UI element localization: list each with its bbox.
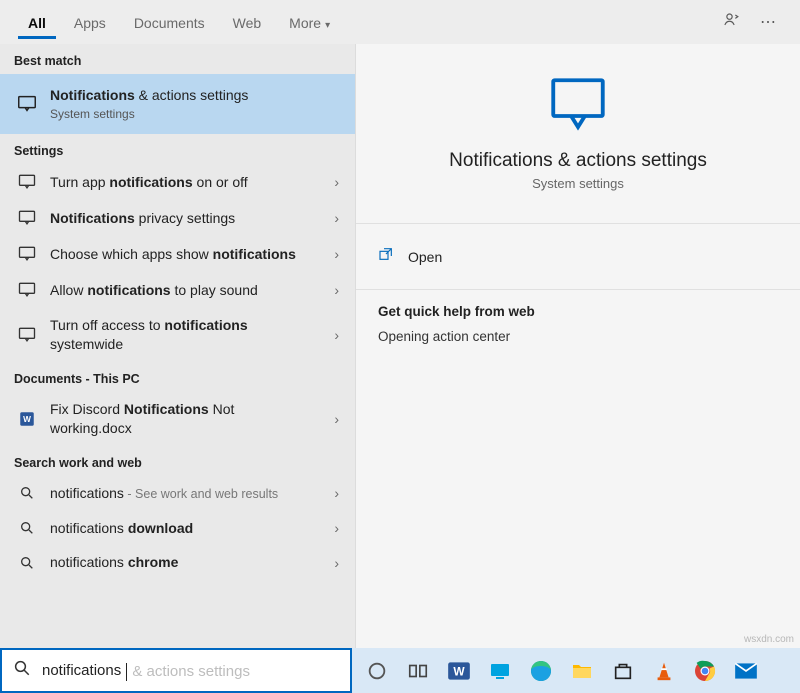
help-link[interactable]: Opening action center (378, 329, 778, 344)
section-best-match: Best match (0, 44, 355, 74)
chevron-right-icon[interactable]: › (328, 246, 345, 262)
svg-text:W: W (23, 415, 31, 424)
chevron-right-icon[interactable]: › (328, 174, 345, 190)
taskbar-store-icon[interactable] (606, 654, 640, 688)
search-icon (16, 485, 38, 501)
preview-title: Notifications & actions settings (378, 150, 778, 172)
result-label: Turn off access to notifications systemw… (50, 316, 316, 354)
taskbar-explorer-icon[interactable] (565, 654, 599, 688)
open-button[interactable]: Open (378, 238, 778, 275)
chevron-right-icon[interactable]: › (328, 327, 345, 343)
result-web-1[interactable]: notifications download › (0, 511, 355, 546)
taskbar-vlc-icon[interactable] (647, 654, 681, 688)
preview-panel: Notifications & actions settings System … (355, 44, 800, 648)
open-label: Open (408, 249, 442, 265)
notification-icon (16, 92, 38, 116)
search-icon (16, 520, 38, 536)
svg-text:W: W (453, 664, 465, 678)
taskbar-app-icon[interactable] (483, 654, 517, 688)
result-document-0[interactable]: W Fix Discord Notifications Not working.… (0, 392, 355, 446)
taskbar-mail-icon[interactable] (729, 654, 763, 688)
best-match-subtitle: System settings (50, 106, 345, 122)
chevron-right-icon[interactable]: › (328, 555, 345, 571)
result-web-0[interactable]: notifications - See work and web results… (0, 476, 355, 511)
notification-icon (16, 244, 38, 264)
search-icon (2, 659, 42, 682)
chevron-right-icon[interactable]: › (328, 485, 345, 501)
search-icon (16, 555, 38, 571)
result-label: notifications - See work and web results (50, 484, 316, 503)
result-settings-2[interactable]: Choose which apps show notifications › (0, 236, 355, 272)
search-input[interactable] (42, 650, 350, 691)
result-label: Notifications privacy settings (50, 209, 316, 228)
taskbar-chrome-icon[interactable] (688, 654, 722, 688)
account-icon[interactable] (714, 10, 750, 35)
chevron-down-icon: ▾ (325, 20, 330, 31)
tab-all[interactable]: All (14, 3, 60, 41)
results-panel: Best match Notifications & actions setti… (0, 44, 355, 648)
result-label: Allow notifications to play sound (50, 281, 316, 300)
more-icon[interactable]: ⋯ (750, 12, 786, 32)
result-best-match[interactable]: Notifications & actions settings System … (0, 74, 355, 134)
taskbar-word-icon[interactable]: W (442, 654, 476, 688)
taskbar-edge-icon[interactable] (524, 654, 558, 688)
chevron-right-icon[interactable]: › (328, 210, 345, 226)
result-settings-4[interactable]: Turn off access to notifications systemw… (0, 308, 355, 362)
section-web: Search work and web (0, 446, 355, 476)
result-label: Choose which apps show notifications (50, 245, 316, 264)
result-label: Fix Discord Notifications Not working.do… (50, 400, 316, 438)
result-settings-1[interactable]: Notifications privacy settings › (0, 200, 355, 236)
chevron-right-icon[interactable]: › (328, 411, 345, 427)
notification-icon (16, 280, 38, 300)
preview-subtitle: System settings (378, 176, 778, 191)
divider (356, 289, 800, 290)
notification-icon (16, 172, 38, 192)
tab-more[interactable]: More▾ (275, 3, 344, 41)
taskbar: notifications & actions settings W (0, 648, 800, 693)
notification-icon (378, 72, 778, 138)
notification-icon (16, 208, 38, 228)
watermark: wsxdn.com (744, 634, 794, 645)
search-box[interactable] (0, 648, 352, 693)
divider (356, 223, 800, 224)
chevron-right-icon[interactable]: › (328, 282, 345, 298)
open-icon (378, 246, 394, 267)
result-label: Turn app notifications on or off (50, 173, 316, 192)
tab-apps[interactable]: Apps (60, 3, 120, 41)
section-documents: Documents - This PC (0, 362, 355, 392)
result-settings-0[interactable]: Turn app notifications on or off › (0, 164, 355, 200)
notification-icon (16, 325, 38, 345)
result-label: notifications download (50, 519, 316, 538)
word-doc-icon: W (16, 410, 38, 428)
section-settings: Settings (0, 134, 355, 164)
tab-documents[interactable]: Documents (120, 3, 219, 41)
best-match-title: Notifications & actions settings (50, 86, 345, 105)
result-web-2[interactable]: notifications chrome › (0, 545, 355, 580)
result-settings-3[interactable]: Allow notifications to play sound › (0, 272, 355, 308)
taskbar-taskview-icon[interactable] (401, 654, 435, 688)
taskbar-cortana-icon[interactable] (360, 654, 394, 688)
filter-tabs: All Apps Documents Web More▾ ⋯ (0, 0, 800, 44)
chevron-right-icon[interactable]: › (328, 520, 345, 536)
result-label: notifications chrome (50, 553, 316, 572)
tab-web[interactable]: Web (219, 3, 276, 41)
help-header: Get quick help from web (378, 304, 778, 319)
